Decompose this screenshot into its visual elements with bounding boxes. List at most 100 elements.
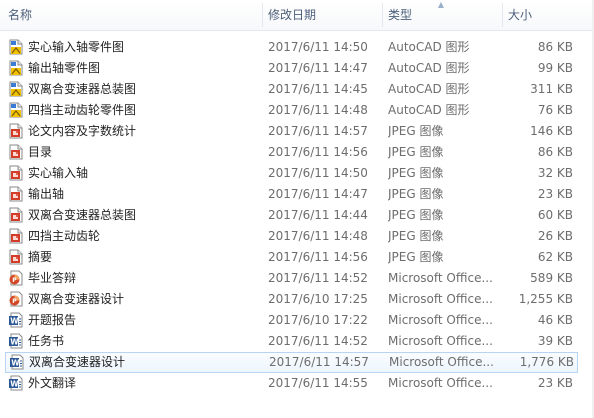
file-name: 任务书	[28, 334, 65, 348]
file-name: 四挡主动齿轮零件图	[28, 103, 137, 117]
file-name: 双离合变速器总装图	[28, 208, 137, 222]
column-header-size[interactable]: 大小	[502, 0, 592, 30]
file-type: JPEG 图像	[388, 166, 444, 180]
file-type: AutoCAD 图形	[388, 61, 470, 75]
file-modified-date: 2017/6/11 14:50	[268, 166, 368, 180]
svg-text:W: W	[10, 338, 19, 347]
file-modified-date: 2017/6/11 14:47	[268, 61, 368, 75]
file-name: 论文内容及字数统计	[28, 124, 137, 138]
sort-ascending-icon: ▲	[437, 0, 445, 9]
file-modified-date: 2017/6/11 14:57	[269, 355, 369, 369]
file-row[interactable]: 双离合变速器总装图 2017/6/11 14:44 JPEG 图像 60 KB	[0, 205, 594, 226]
file-size: 46 KB	[537, 313, 573, 327]
column-header-type-label: 类型	[388, 8, 413, 22]
file-type: AutoCAD 图形	[388, 82, 470, 96]
column-header-bar: 名称 修改日期 类型 ▲ 大小	[0, 0, 594, 31]
file-type: AutoCAD 图形	[388, 40, 470, 54]
file-size: 86 KB	[537, 40, 573, 54]
file-type: JPEG 图像	[388, 187, 444, 201]
file-modified-date: 2017/6/11 14:52	[268, 334, 368, 348]
file-row[interactable]: 论文内容及字数统计 2017/6/11 14:57 JPEG 图像 146 KB	[0, 121, 594, 142]
file-size: 39 KB	[537, 334, 573, 348]
file-name: 双离合变速器设计	[28, 292, 125, 306]
file-row[interactable]: P 双离合变速器设计 2017/6/10 17:25 Microsoft Offic…	[0, 289, 594, 310]
file-type: Microsoft Office...	[389, 355, 494, 369]
file-modified-date: 2017/6/11 14:48	[268, 103, 368, 117]
word-document-icon: W	[8, 375, 24, 391]
file-size: 60 KB	[537, 208, 573, 222]
file-row[interactable]: 实心输入轴零件图 2017/6/11 14:50 AutoCAD 图形 86 KB	[0, 37, 594, 58]
file-size: 62 KB	[537, 250, 573, 264]
file-modified-date: 2017/6/11 14:56	[268, 145, 368, 159]
file-name: 双离合变速器总装图	[28, 82, 137, 96]
file-size: 23 KB	[537, 376, 573, 390]
autocad-drawing-icon	[8, 39, 24, 55]
jpeg-image-icon	[8, 165, 24, 181]
file-modified-date: 2017/6/10 17:22	[268, 313, 368, 327]
file-modified-date: 2017/6/11 14:57	[268, 124, 368, 138]
file-type: Microsoft Office...	[388, 292, 493, 306]
file-row[interactable]: 四挡主动齿轮零件图 2017/6/11 14:48 AutoCAD 图形 76 KB	[0, 100, 594, 121]
column-header-date-label: 修改日期	[268, 8, 317, 22]
file-name: 输出轴零件图	[28, 61, 101, 75]
file-size: 146 KB	[530, 124, 573, 138]
file-row[interactable]: W 任务书 2017/6/11 14:52 Microsoft Office... 3…	[0, 331, 594, 352]
jpeg-image-icon	[8, 123, 24, 139]
file-row[interactable]: P 毕业答辩 2017/6/11 14:52 Microsoft Office...…	[0, 268, 594, 289]
file-row[interactable]: 输出轴零件图 2017/6/11 14:47 AutoCAD 图形 99 KB	[0, 58, 594, 79]
file-type: Microsoft Office...	[388, 376, 493, 390]
file-row[interactable]: 输出轴 2017/6/11 14:47 JPEG 图像 23 KB	[0, 184, 594, 205]
svg-text:W: W	[10, 380, 19, 389]
file-modified-date: 2017/6/11 14:47	[268, 187, 368, 201]
file-type: Microsoft Office...	[388, 271, 493, 285]
svg-text:P: P	[12, 277, 17, 284]
file-name: 开题报告	[28, 313, 77, 327]
file-name: 输出轴	[28, 187, 65, 201]
word-document-icon: W	[9, 354, 25, 370]
powerpoint-document-icon: P	[8, 291, 24, 307]
file-list: 实心输入轴零件图 2017/6/11 14:50 AutoCAD 图形 86 KB 输…	[0, 37, 594, 394]
file-row[interactable]: 四挡主动齿轮 2017/6/11 14:48 JPEG 图像 26 KB	[0, 226, 594, 247]
file-row[interactable]: 双离合变速器总装图 2017/6/11 14:45 AutoCAD 图形 311 KB	[0, 79, 594, 100]
file-modified-date: 2017/6/11 14:50	[268, 40, 368, 54]
file-modified-date: 2017/6/11 14:48	[268, 229, 368, 243]
column-header-date[interactable]: 修改日期	[262, 0, 382, 30]
file-modified-date: 2017/6/11 14:45	[268, 82, 368, 96]
file-row[interactable]: W 开题报告 2017/6/10 17:22 Microsoft Office...…	[0, 310, 594, 331]
file-name: 毕业答辩	[28, 271, 77, 285]
file-size: 86 KB	[537, 145, 573, 159]
file-size: 32 KB	[537, 166, 573, 180]
file-name: 外文翻译	[28, 376, 77, 390]
file-row[interactable]: W 双离合变速器设计 2017/6/11 14:57 Microsoft Offic…	[5, 352, 578, 373]
file-modified-date: 2017/6/11 14:55	[268, 376, 368, 390]
file-name: 实心输入轴零件图	[28, 40, 125, 54]
word-document-icon: W	[8, 333, 24, 349]
file-type: AutoCAD 图形	[388, 103, 470, 117]
column-header-name[interactable]: 名称	[2, 0, 258, 30]
file-row[interactable]: 实心输入轴 2017/6/11 14:50 JPEG 图像 32 KB	[0, 163, 594, 184]
jpeg-image-icon	[8, 249, 24, 265]
file-row[interactable]: 目录 2017/6/11 14:56 JPEG 图像 86 KB	[0, 142, 594, 163]
file-type: JPEG 图像	[388, 124, 444, 138]
file-modified-date: 2017/6/11 14:44	[268, 208, 368, 222]
svg-text:W: W	[11, 359, 20, 368]
file-type: JPEG 图像	[388, 250, 444, 264]
svg-text:P: P	[12, 298, 17, 305]
file-name: 目录	[28, 145, 53, 159]
jpeg-image-icon	[8, 228, 24, 244]
file-row[interactable]: W 外文翻译 2017/6/11 14:55 Microsoft Office...…	[0, 373, 594, 394]
jpeg-image-icon	[8, 186, 24, 202]
file-name: 四挡主动齿轮	[28, 229, 101, 243]
column-header-size-label: 大小	[508, 8, 533, 22]
autocad-drawing-icon	[8, 60, 24, 76]
file-row[interactable]: 摘要 2017/6/11 14:56 JPEG 图像 62 KB	[0, 247, 594, 268]
jpeg-image-icon	[8, 207, 24, 223]
file-size: 1,776 KB	[519, 355, 574, 369]
file-explorer-window: 名称 修改日期 类型 ▲ 大小 实心输入轴零件图 2017/6/11 14:50 A…	[0, 0, 594, 418]
column-header-name-label: 名称	[8, 8, 33, 22]
file-name: 摘要	[28, 250, 53, 264]
file-modified-date: 2017/6/11 14:56	[268, 250, 368, 264]
file-type: JPEG 图像	[388, 145, 444, 159]
file-name: 实心输入轴	[28, 166, 89, 180]
autocad-drawing-icon	[8, 102, 24, 118]
